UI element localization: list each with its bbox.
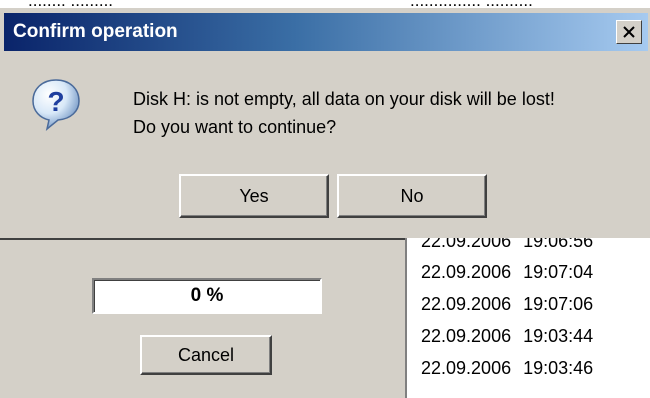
file-time: 19:06:56 xyxy=(523,238,594,251)
list-item[interactable]: 22.09.2006 19:03:44 xyxy=(421,321,593,351)
yes-button[interactable]: Yes xyxy=(179,174,329,218)
dialog-message: Disk H: is not empty, all data on your d… xyxy=(133,85,555,141)
file-time: 19:07:06 xyxy=(523,294,594,314)
svg-text:?: ? xyxy=(47,86,64,117)
progress-text: 0 % xyxy=(190,285,224,306)
file-time: 19:07:04 xyxy=(523,262,594,282)
message-line-2: Do you want to continue? xyxy=(133,117,337,137)
list-item[interactable]: 22.09.2006 19:07:06 xyxy=(421,289,593,319)
file-date: 22.09.2006 xyxy=(421,358,512,378)
file-time: 19:03:46 xyxy=(523,358,594,378)
list-item[interactable]: 22.09.2006 19:03:46 xyxy=(421,353,593,383)
list-item[interactable]: 22.09.2006 19:06:56 xyxy=(421,238,593,256)
close-button[interactable] xyxy=(616,20,642,44)
file-date: 22.09.2006 xyxy=(421,262,512,282)
list-item[interactable]: 22.09.2006 19:07:04 xyxy=(421,257,593,287)
file-date: 22.09.2006 xyxy=(421,294,512,314)
confirm-dialog: Confirm operation ? Disk H: is not empty… xyxy=(0,8,650,238)
message-line-1: Disk H: is not empty, all data on your d… xyxy=(133,89,555,109)
screen: ........ ......... ............... .....… xyxy=(0,0,650,398)
question-icon: ? xyxy=(32,79,80,131)
progress-bar: 0 % xyxy=(92,278,322,314)
dialog-title: Confirm operation xyxy=(13,21,178,42)
file-date: 22.09.2006 xyxy=(421,238,512,251)
dialog-title-bar[interactable]: Confirm operation xyxy=(4,13,648,51)
cancel-button[interactable]: Cancel xyxy=(140,335,272,375)
file-list[interactable]: 22.09.2006 19:06:56 22.09.2006 19:07:04 22… xyxy=(405,238,650,398)
file-date: 22.09.2006 xyxy=(421,326,512,346)
file-time: 19:03:44 xyxy=(523,326,594,346)
close-icon xyxy=(623,26,635,38)
no-button[interactable]: No xyxy=(337,174,487,218)
